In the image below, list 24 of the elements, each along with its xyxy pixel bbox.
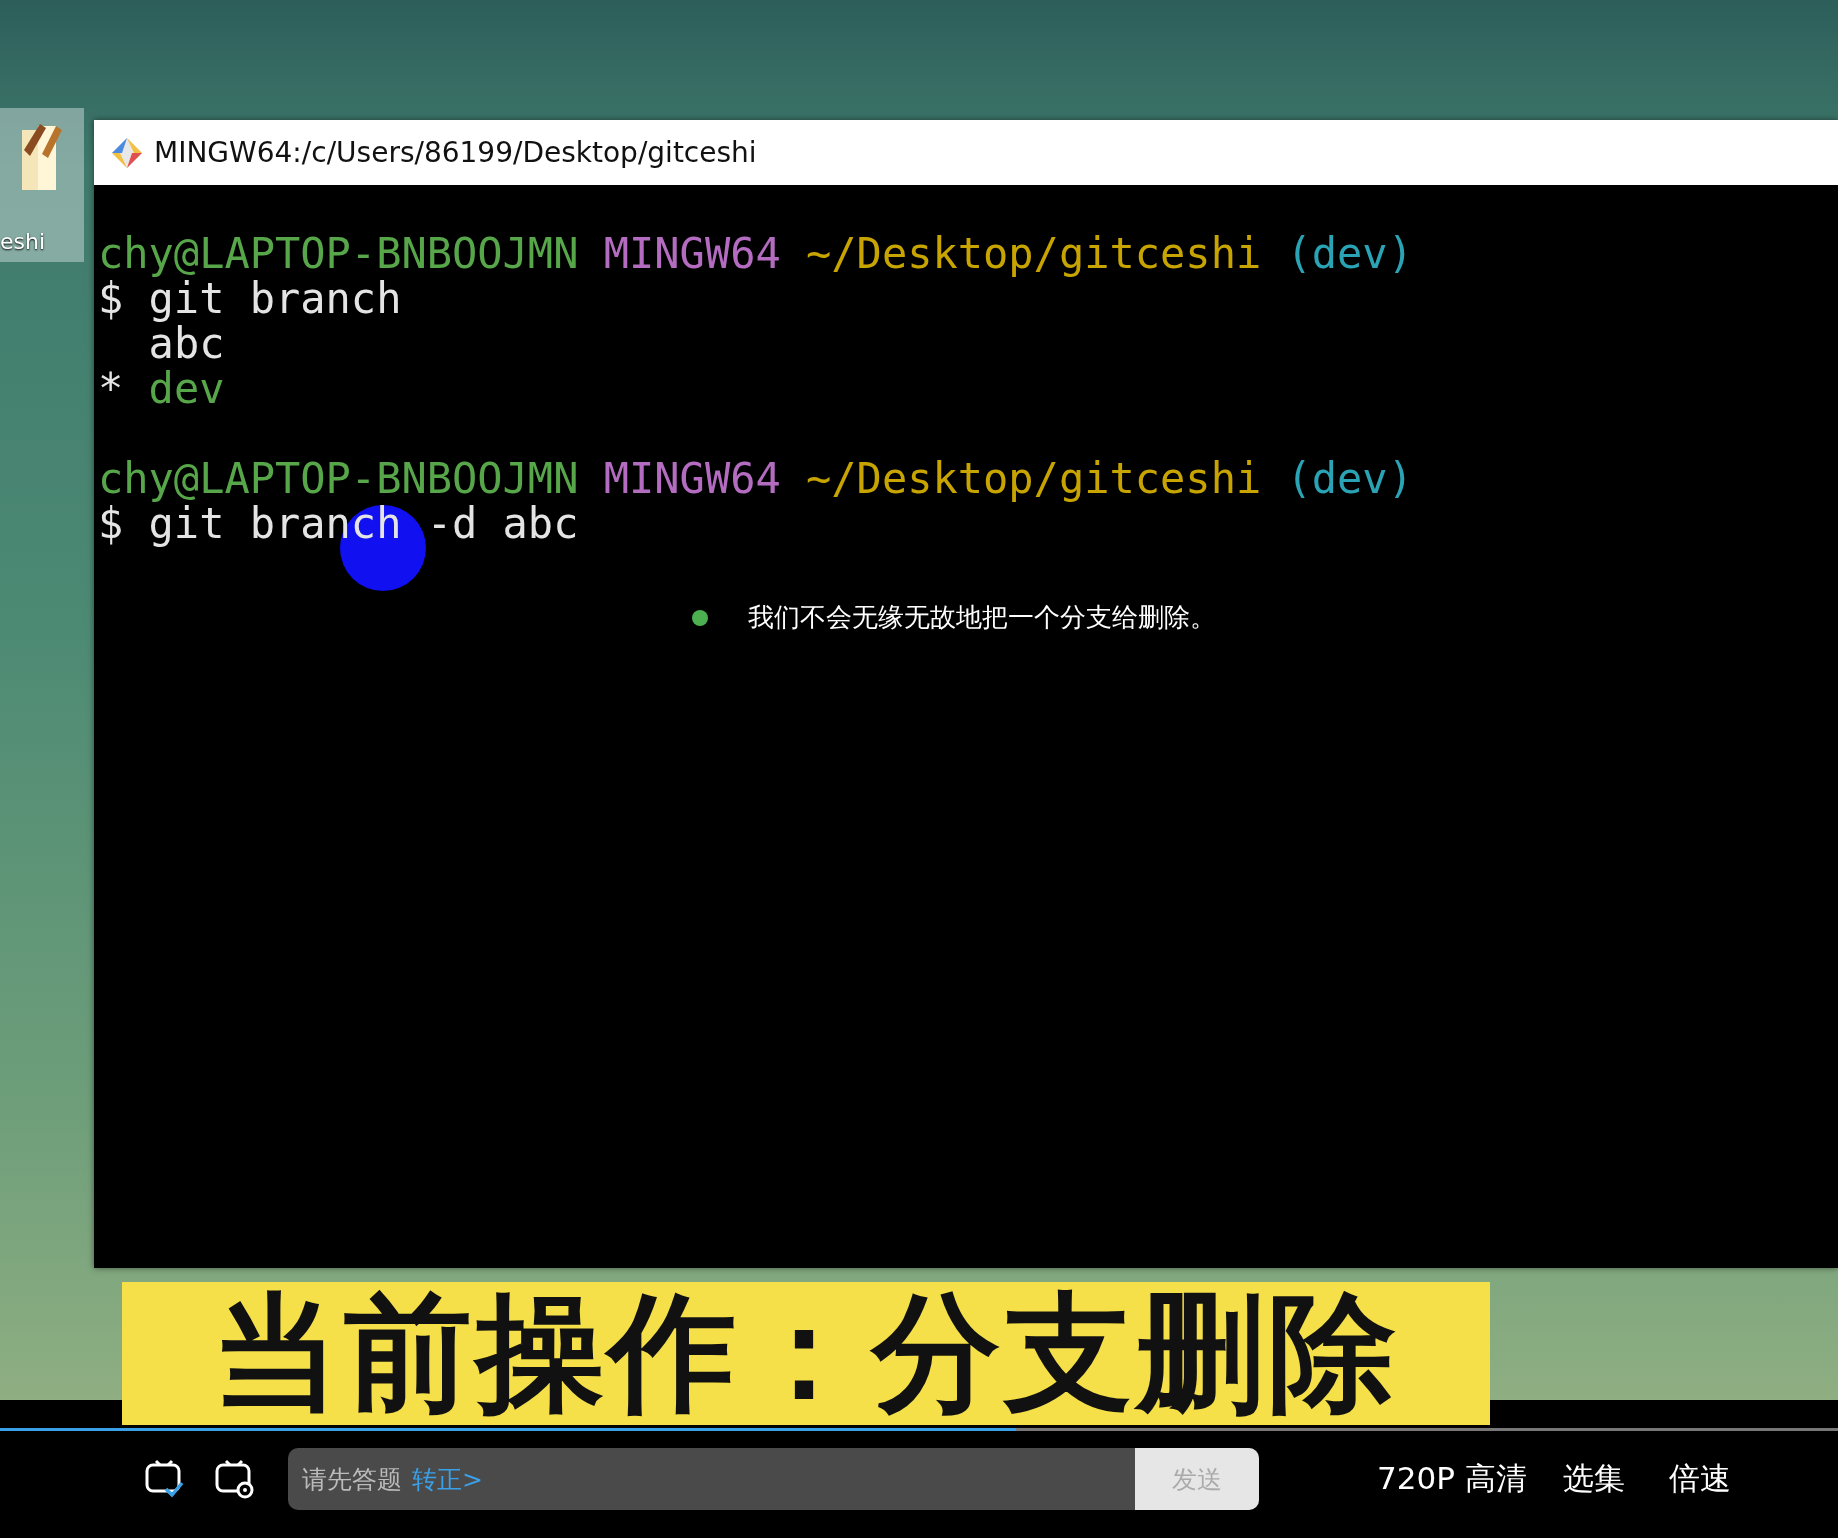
player-control-button[interactable]: 选集 <box>1562 1458 1625 1500</box>
branch-name: dev <box>148 366 225 411</box>
branch-name: abc <box>148 321 225 366</box>
git-logo-icon <box>110 135 144 170</box>
prompt-branch: (dev) <box>1286 456 1413 501</box>
window-title: MINGW64:/c/Users/86199/Desktop/gitceshi <box>154 136 757 169</box>
player-control-button[interactable]: 720P 高清 <box>1377 1458 1527 1500</box>
subtitle-text: 我们不会无缘无故地把一个分支给删除。 <box>748 601 1216 634</box>
prompt-branch: (dev) <box>1286 231 1413 276</box>
comment-field[interactable]: 请先答题 转正> 发送 <box>288 1448 1259 1510</box>
prompt-user: chy@LAPTOP-BNBOOJMN <box>98 231 579 276</box>
prompt-user: chy@LAPTOP-BNBOOJMN <box>98 456 579 501</box>
desktop-icon-label: eshi <box>0 229 46 254</box>
prompt-path: ~/Desktop/gitceshi <box>806 456 1262 501</box>
prompt-path: ~/Desktop/gitceshi <box>806 231 1262 276</box>
prompt-system: MINGW64 <box>603 456 781 501</box>
banner-text: 当前操作：分支删除 <box>212 1284 1400 1423</box>
prompt-system: MINGW64 <box>603 231 781 276</box>
command-text: $ git branch <box>98 276 402 321</box>
player-control-button[interactable]: 倍速 <box>1668 1458 1731 1500</box>
comment-placeholder: 请先答题 <box>301 1463 402 1496</box>
upgrade-link[interactable]: 转正> <box>412 1462 1135 1496</box>
desktop-shortcut[interactable]: eshi <box>0 108 84 262</box>
current-branch-marker: * <box>98 366 125 411</box>
